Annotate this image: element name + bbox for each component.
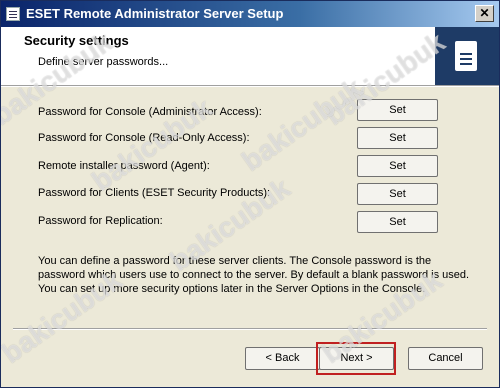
document-icon bbox=[455, 41, 477, 71]
cancel-button[interactable]: Cancel bbox=[408, 347, 483, 370]
clients-password-label: Password for Clients (ESET Security Prod… bbox=[38, 187, 271, 199]
watermark: bakicubuk bbox=[236, 72, 368, 178]
next-button[interactable]: Next > bbox=[319, 347, 394, 370]
set-replication-password-button[interactable]: Set bbox=[357, 211, 438, 233]
description-text: You can define a password for these serv… bbox=[38, 255, 470, 295]
set-readonly-password-button[interactable]: Set bbox=[357, 127, 438, 149]
app-icon bbox=[6, 7, 20, 21]
replication-password-label: Password for Replication: bbox=[38, 215, 163, 227]
window-title: ESET Remote Administrator Server Setup bbox=[26, 6, 284, 21]
set-admin-password-button[interactable]: Set bbox=[357, 99, 438, 121]
page-title: Security settings bbox=[24, 33, 129, 48]
page-subtitle: Define server passwords... bbox=[38, 56, 169, 68]
admin-password-label: Password for Console (Administrator Acce… bbox=[38, 106, 262, 118]
readonly-password-label: Password for Console (Read-Only Access): bbox=[38, 132, 250, 144]
set-clients-password-button[interactable]: Set bbox=[357, 183, 438, 205]
setup-banner bbox=[435, 27, 499, 85]
agent-password-label: Remote installer password (Agent): bbox=[38, 160, 210, 172]
close-button[interactable]: ✕ bbox=[475, 5, 494, 22]
title-bar[interactable]: ESET Remote Administrator Server Setup ✕ bbox=[1, 1, 499, 27]
setup-window: ESET Remote Administrator Server Setup ✕… bbox=[0, 0, 500, 388]
close-icon: ✕ bbox=[479, 6, 490, 20]
back-button[interactable]: < Back bbox=[245, 347, 320, 370]
header-separator bbox=[1, 85, 499, 87]
footer-separator bbox=[13, 328, 487, 330]
set-agent-password-button[interactable]: Set bbox=[357, 155, 438, 177]
wizard-header: Security settings Define server password… bbox=[1, 27, 499, 85]
